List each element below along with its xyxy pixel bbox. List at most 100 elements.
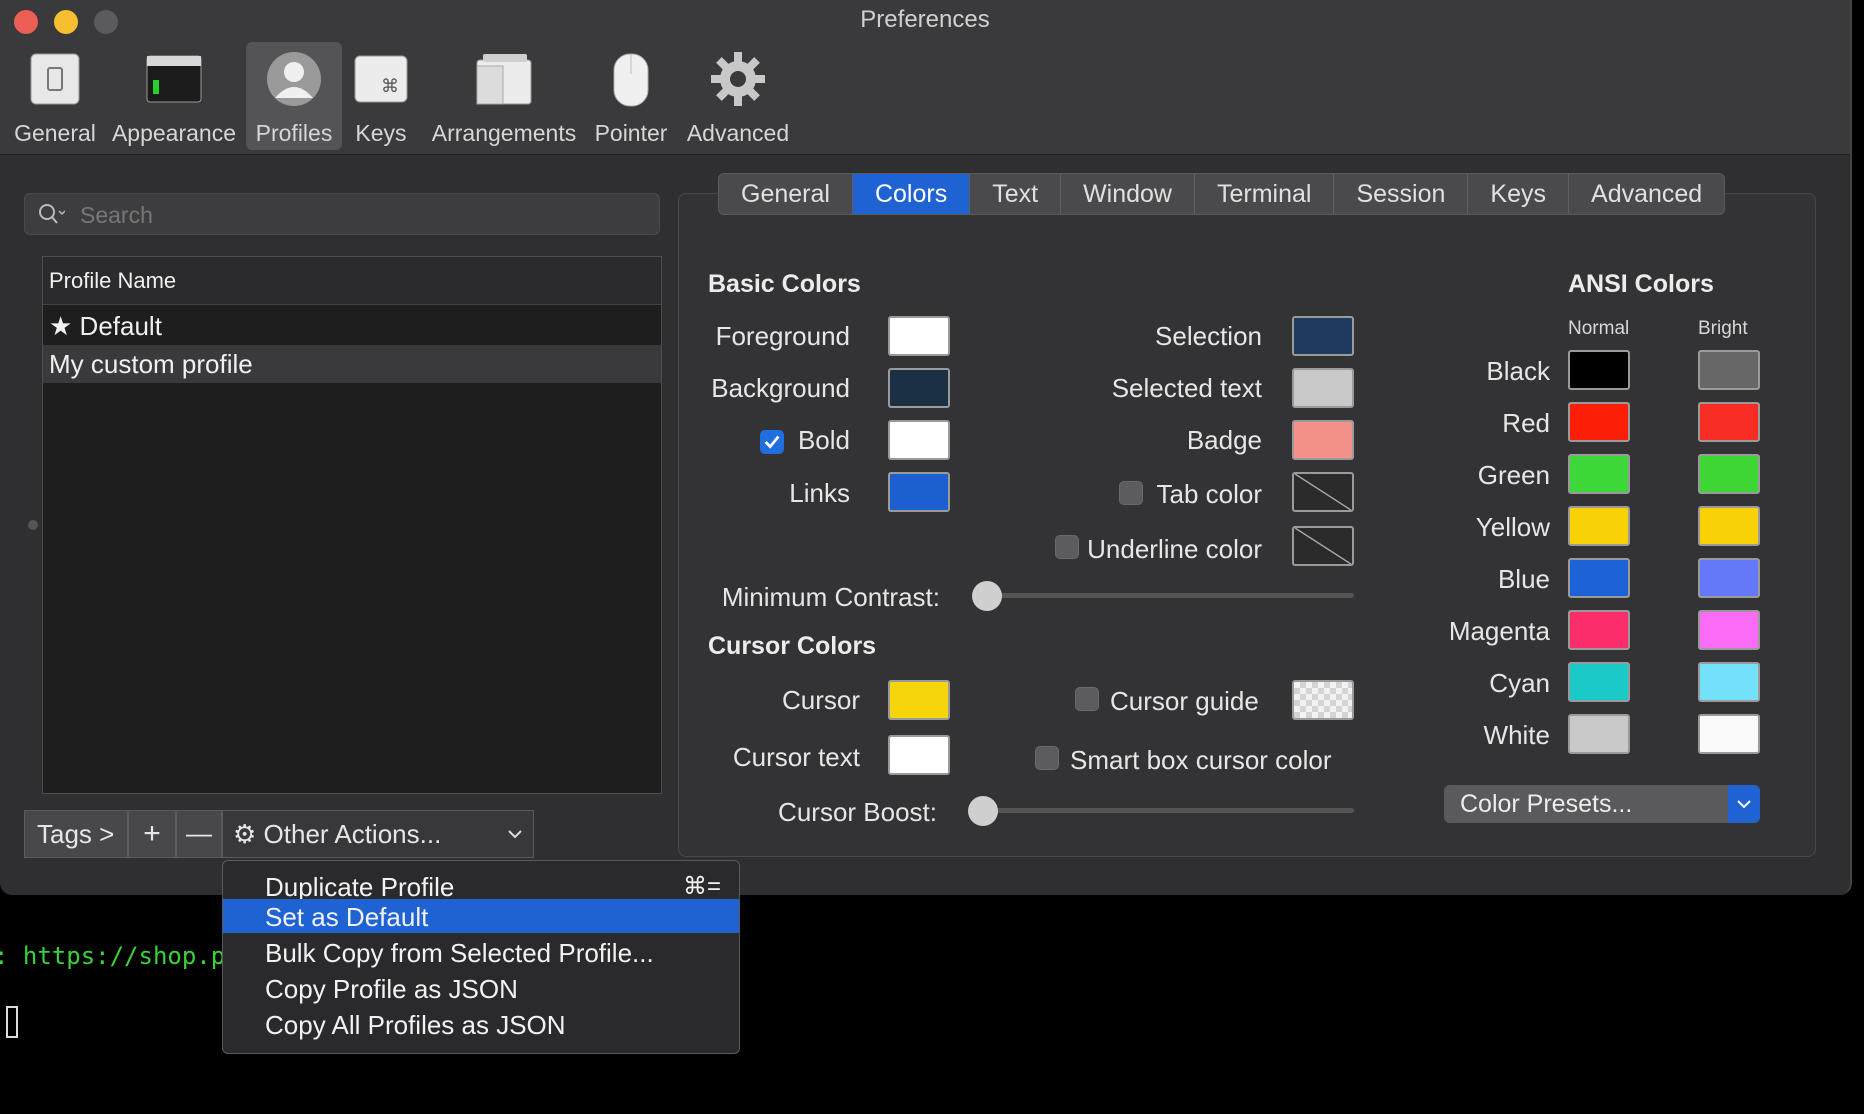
- ansi-green-label: Green: [1477, 460, 1550, 490]
- cursor-text-label: Cursor text: [732, 742, 860, 772]
- toolbar-appearance[interactable]: Appearance: [108, 44, 240, 152]
- cursor-boost-label: Cursor Boost:: [778, 797, 937, 827]
- ansi-red-label: Red: [1502, 408, 1550, 438]
- menu-item-duplicate-profile[interactable]: Duplicate Profile ⌘=: [223, 869, 739, 903]
- tab-general[interactable]: General: [719, 174, 853, 214]
- toolbar-arrangements[interactable]: Arrangements: [426, 44, 582, 152]
- remove-profile-label: —: [186, 818, 212, 848]
- ansi-white-bright-well[interactable]: [1698, 714, 1760, 754]
- search-field[interactable]: Search: [24, 193, 660, 235]
- profile-row-label: My custom profile: [49, 349, 253, 379]
- tab-text[interactable]: Text: [970, 174, 1062, 214]
- underline-color-checkbox[interactable]: [1055, 535, 1079, 559]
- cursor-boost-track[interactable]: [982, 808, 1354, 813]
- checkmark-icon: [764, 435, 780, 449]
- profile-row-default[interactable]: ★ Default: [43, 307, 661, 345]
- tab-color-checkbox[interactable]: [1119, 481, 1143, 505]
- profile-list-header[interactable]: Profile Name: [43, 257, 661, 305]
- toolbar-profiles[interactable]: Profiles: [246, 42, 342, 150]
- selected-text-label: Selected text: [1111, 373, 1262, 403]
- toolbar-pointer[interactable]: Pointer: [592, 44, 670, 152]
- ansi-yellow-bright-well[interactable]: [1698, 506, 1760, 546]
- pointer-icon: [613, 53, 649, 107]
- ansi-yellow-normal-well[interactable]: [1568, 506, 1630, 546]
- cursor-guide-label: Cursor guide: [1110, 686, 1259, 716]
- svg-text:⌘: ⌘: [381, 76, 399, 97]
- ansi-white-label: White: [1483, 720, 1550, 750]
- toolbar-general[interactable]: General: [8, 44, 102, 152]
- remove-profile-button[interactable]: —: [176, 810, 222, 858]
- color-presets-arrow: [1728, 785, 1760, 823]
- ansi-green-normal-well[interactable]: [1568, 454, 1630, 494]
- tab-keys[interactable]: Keys: [1468, 174, 1570, 214]
- other-actions-button[interactable]: ⚙ Other Actions...: [222, 810, 534, 858]
- menu-item-label: Bulk Copy from Selected Profile...: [265, 938, 654, 968]
- toolbar-advanced-label: Advanced: [686, 120, 790, 146]
- menu-item-label: Duplicate Profile: [265, 872, 455, 902]
- ansi-yellow-label: Yellow: [1475, 512, 1550, 542]
- color-presets-label: Color Presets...: [1460, 790, 1633, 818]
- links-color-well[interactable]: [888, 472, 950, 512]
- toolbar-keys[interactable]: ⌘ Keys: [350, 44, 412, 152]
- ansi-black-label: Black: [1486, 356, 1550, 386]
- star-icon: ★: [49, 312, 73, 342]
- ansi-red-normal-well[interactable]: [1568, 402, 1630, 442]
- tab-terminal[interactable]: Terminal: [1195, 174, 1335, 214]
- ansi-blue-normal-well[interactable]: [1568, 558, 1630, 598]
- profile-row-my-custom-profile[interactable]: My custom profile: [43, 345, 661, 383]
- ansi-white-normal-well[interactable]: [1568, 714, 1630, 754]
- background-color-well[interactable]: [888, 368, 950, 408]
- ansi-magenta-bright-well[interactable]: [1698, 610, 1760, 650]
- cursor-color-well[interactable]: [888, 680, 950, 720]
- terminal-text: : https://shop.p: [0, 942, 226, 970]
- color-presets-popup[interactable]: Color Presets...: [1444, 785, 1760, 823]
- smart-box-cursor-checkbox[interactable]: [1035, 746, 1059, 770]
- underline-color-well[interactable]: [1292, 526, 1354, 566]
- bold-checkbox[interactable]: [760, 430, 784, 454]
- tags-button[interactable]: Tags >: [24, 810, 128, 858]
- selection-label: Selection: [1155, 321, 1262, 351]
- ansi-blue-label: Blue: [1497, 564, 1550, 594]
- tab-session[interactable]: Session: [1334, 174, 1469, 214]
- bold-label: Bold: [797, 425, 850, 455]
- bold-color-well[interactable]: [888, 420, 950, 460]
- ansi-black-normal-well[interactable]: [1568, 350, 1630, 390]
- toolbar-profiles-label: Profiles: [255, 120, 333, 146]
- menu-item-copy-all-profiles-json[interactable]: Copy All Profiles as JSON: [223, 1007, 739, 1041]
- split-handle[interactable]: [28, 520, 38, 530]
- cursor-boost-knob[interactable]: [968, 796, 998, 826]
- ansi-cyan-normal-well[interactable]: [1568, 662, 1630, 702]
- tab-colors[interactable]: Colors: [852, 174, 971, 214]
- toolbar-pointer-label: Pointer: [594, 120, 668, 146]
- minimum-contrast-track[interactable]: [986, 593, 1354, 598]
- ansi-blue-bright-well[interactable]: [1698, 558, 1760, 598]
- toolbar-advanced[interactable]: Advanced: [682, 44, 794, 152]
- foreground-color-well[interactable]: [888, 316, 950, 356]
- tab-window[interactable]: Window: [1061, 174, 1195, 214]
- tab-color-well[interactable]: [1292, 472, 1354, 512]
- add-profile-button[interactable]: +: [128, 810, 176, 858]
- cursor-guide-checkbox[interactable]: [1075, 687, 1099, 711]
- badge-color-well[interactable]: [1292, 420, 1354, 460]
- profile-list: Profile Name ★ Default My custom profile: [42, 256, 662, 794]
- ansi-red-bright-well[interactable]: [1698, 402, 1760, 442]
- ansi-green-bright-well[interactable]: [1698, 454, 1760, 494]
- cursor-text-color-well[interactable]: [888, 735, 950, 775]
- menu-item-copy-profile-json[interactable]: Copy Profile as JSON: [223, 971, 739, 1005]
- terminal-cursor: [6, 1006, 18, 1038]
- selected-text-color-well[interactable]: [1292, 368, 1354, 408]
- tab-advanced[interactable]: Advanced: [1569, 174, 1724, 214]
- ansi-black-bright-well[interactable]: [1698, 350, 1760, 390]
- gear-icon: [711, 52, 765, 106]
- selection-color-well[interactable]: [1292, 316, 1354, 356]
- titlebar: Preferences General Appearance Profiles …: [0, 0, 1850, 155]
- basic-colors-heading: Basic Colors: [708, 270, 861, 298]
- cursor-guide-color-well[interactable]: [1292, 680, 1354, 720]
- minimum-contrast-knob[interactable]: [972, 581, 1002, 611]
- ansi-magenta-normal-well[interactable]: [1568, 610, 1630, 650]
- menu-item-bulk-copy[interactable]: Bulk Copy from Selected Profile...: [223, 935, 739, 969]
- toolbar-appearance-label: Appearance: [111, 120, 237, 146]
- ansi-cyan-bright-well[interactable]: [1698, 662, 1760, 702]
- menu-item-set-as-default[interactable]: Set as Default: [223, 899, 739, 933]
- links-label: Links: [789, 478, 850, 508]
